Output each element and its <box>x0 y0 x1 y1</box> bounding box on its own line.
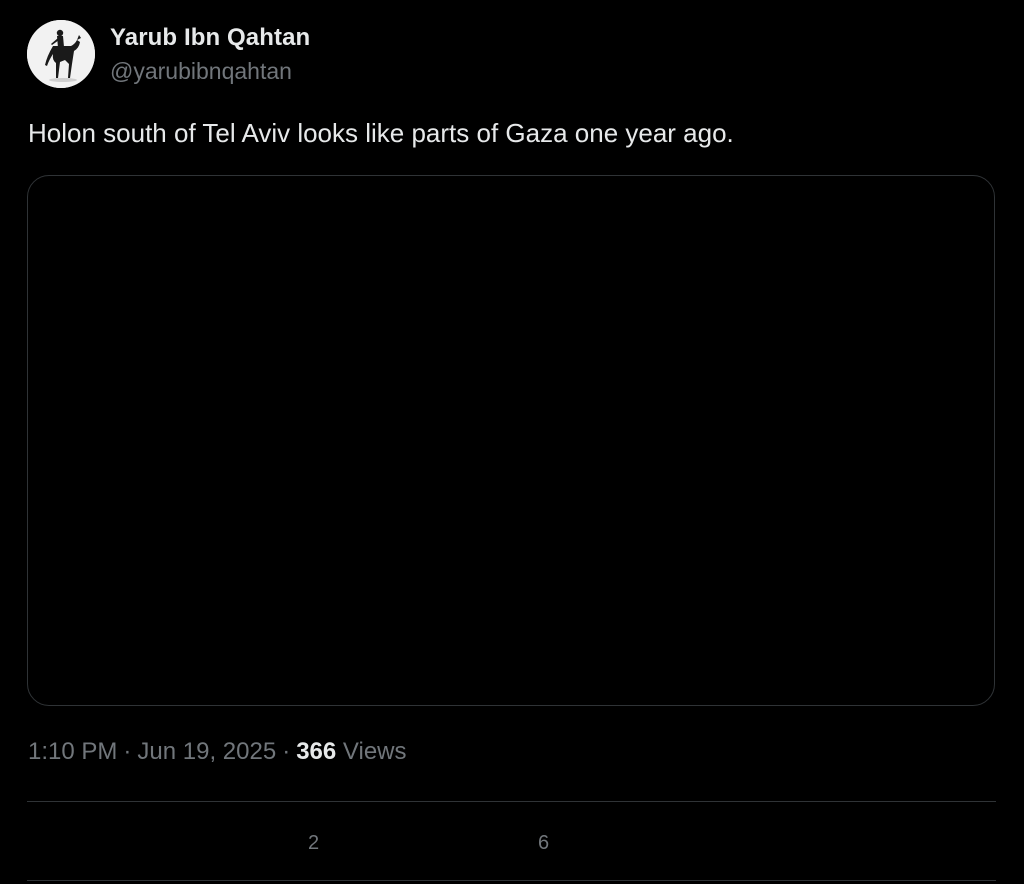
tweet-meta: 1:10 PM · Jun 19, 2025 · 366 Views <box>28 738 407 766</box>
like-count[interactable]: 6 <box>538 832 549 855</box>
repost-count[interactable]: 2 <box>308 832 319 855</box>
meta-separator: · <box>123 738 132 765</box>
tweet-container: Yarub Ibn Qahtan @yarubibnqahtan Holon s… <box>0 0 1024 884</box>
meta-separator: · <box>282 738 291 765</box>
tweet-date[interactable]: Jun 19, 2025 <box>137 738 276 765</box>
views-count: 366 <box>296 738 337 765</box>
views-label: Views <box>342 738 407 765</box>
tweet-time[interactable]: 1:10 PM <box>28 738 117 765</box>
author-display-name[interactable]: Yarub Ibn Qahtan <box>110 24 310 52</box>
tweet-text: Holon south of Tel Aviv looks like parts… <box>28 118 734 148</box>
media-container[interactable] <box>27 175 995 706</box>
horse-rider-avatar-icon <box>27 20 95 88</box>
bottom-divider <box>27 880 996 881</box>
divider <box>27 801 996 802</box>
author-avatar[interactable] <box>27 20 95 88</box>
author-handle[interactable]: @yarubibnqahtan <box>110 58 292 85</box>
